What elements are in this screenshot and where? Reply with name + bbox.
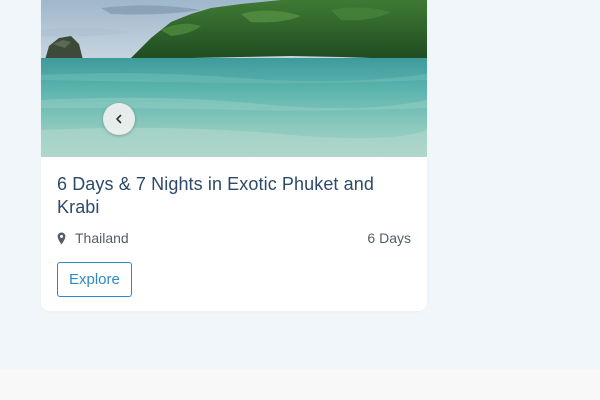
- tour-title[interactable]: 6 Days & 7 Nights in Exotic Phuket and K…: [57, 173, 411, 219]
- card-body: 6 Days & 7 Nights in Exotic Phuket and K…: [41, 157, 427, 297]
- map-pin-icon: [57, 232, 66, 245]
- location-label: Thailand: [75, 230, 129, 246]
- chevron-left-icon: [113, 113, 125, 125]
- tour-card: 6 Days & 7 Nights in Exotic Phuket and K…: [41, 0, 427, 311]
- tour-image: [41, 0, 427, 157]
- tour-location: Thailand: [57, 230, 129, 246]
- duration-label: 6 Days: [367, 230, 411, 246]
- explore-button[interactable]: Explore: [57, 262, 132, 297]
- footer-band: [0, 369, 600, 400]
- prev-image-button[interactable]: [103, 103, 135, 135]
- beach-photo: [41, 0, 427, 157]
- page: 6 Days & 7 Nights in Exotic Phuket and K…: [0, 0, 600, 400]
- tour-meta: Thailand 6 Days: [57, 229, 411, 247]
